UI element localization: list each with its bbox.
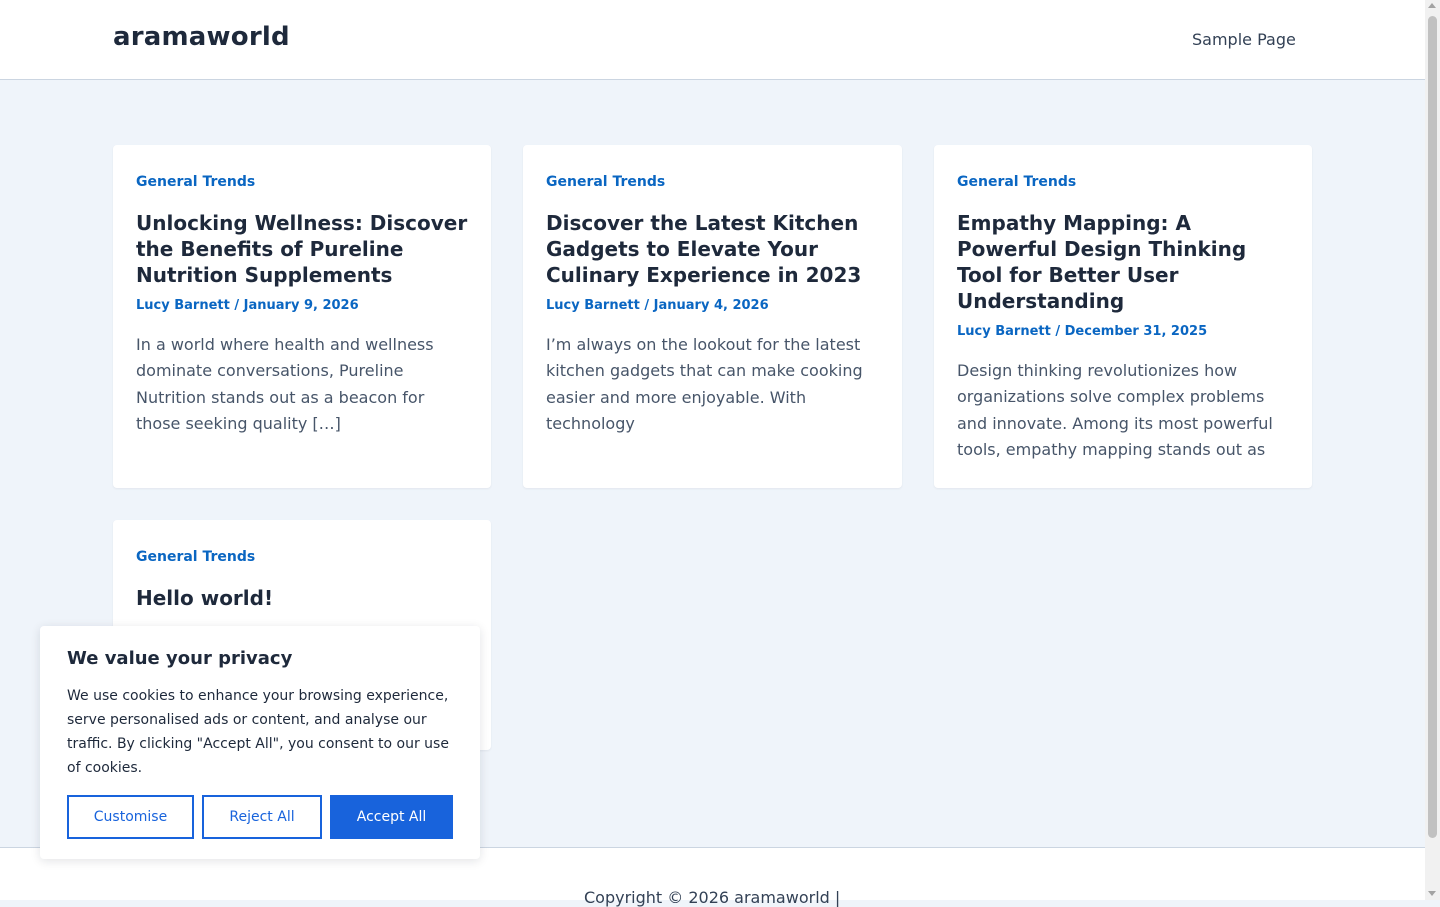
- post-meta: Lucy Barnett / January 9, 2026: [136, 298, 359, 313]
- page-scrollbar[interactable]: [1425, 0, 1440, 900]
- scroll-up-arrow-icon[interactable]: [1428, 3, 1436, 8]
- cookie-button-row: Customise Reject All Accept All: [67, 795, 457, 839]
- customise-button[interactable]: Customise: [67, 795, 194, 839]
- reject-all-button[interactable]: Reject All: [202, 795, 322, 839]
- cookie-consent-banner: We value your privacy We use cookies to …: [40, 626, 480, 859]
- post-category-link[interactable]: General Trends: [136, 173, 468, 191]
- post-card: General Trends Discover the Latest Kitch…: [523, 145, 902, 488]
- site-header: aramaworld Sample Page: [0, 0, 1425, 80]
- post-excerpt: Design thinking revolutionizes how organ…: [957, 361, 1273, 459]
- post-excerpt: I’m always on the lookout for the latest…: [546, 335, 863, 433]
- post-meta: Lucy Barnett / December 31, 2025: [957, 324, 1208, 339]
- post-card: General Trends Unlocking Wellness: Disco…: [113, 145, 491, 488]
- scroll-down-arrow-icon[interactable]: [1428, 891, 1436, 896]
- post-title-link[interactable]: Empathy Mapping: A Powerful Design Think…: [957, 210, 1289, 314]
- post-category-link[interactable]: General Trends: [957, 173, 1289, 191]
- cookie-description: We use cookies to enhance your browsing …: [67, 688, 449, 776]
- accept-all-button[interactable]: Accept All: [330, 795, 453, 839]
- post-category-link[interactable]: General Trends: [546, 173, 879, 191]
- post-title-link[interactable]: Unlocking Wellness: Discover the Benefit…: [136, 210, 468, 288]
- post-excerpt: In a world where health and wellness dom…: [136, 335, 434, 433]
- post-card: General Trends Empathy Mapping: A Powerf…: [934, 145, 1312, 488]
- post-title-link[interactable]: Discover the Latest Kitchen Gadgets to E…: [546, 210, 879, 288]
- post-meta: Lucy Barnett / January 4, 2026: [546, 298, 769, 313]
- footer-copyright: Copyright © 2026 aramaworld |: [584, 888, 841, 907]
- nav-item-sample-page[interactable]: Sample Page: [1192, 30, 1296, 49]
- post-title-link[interactable]: Hello world!: [136, 585, 468, 611]
- cookie-title: We value your privacy: [67, 648, 293, 669]
- scrollbar-thumb[interactable]: [1428, 16, 1437, 838]
- site-title[interactable]: aramaworld: [113, 22, 290, 52]
- post-category-link[interactable]: General Trends: [136, 548, 468, 566]
